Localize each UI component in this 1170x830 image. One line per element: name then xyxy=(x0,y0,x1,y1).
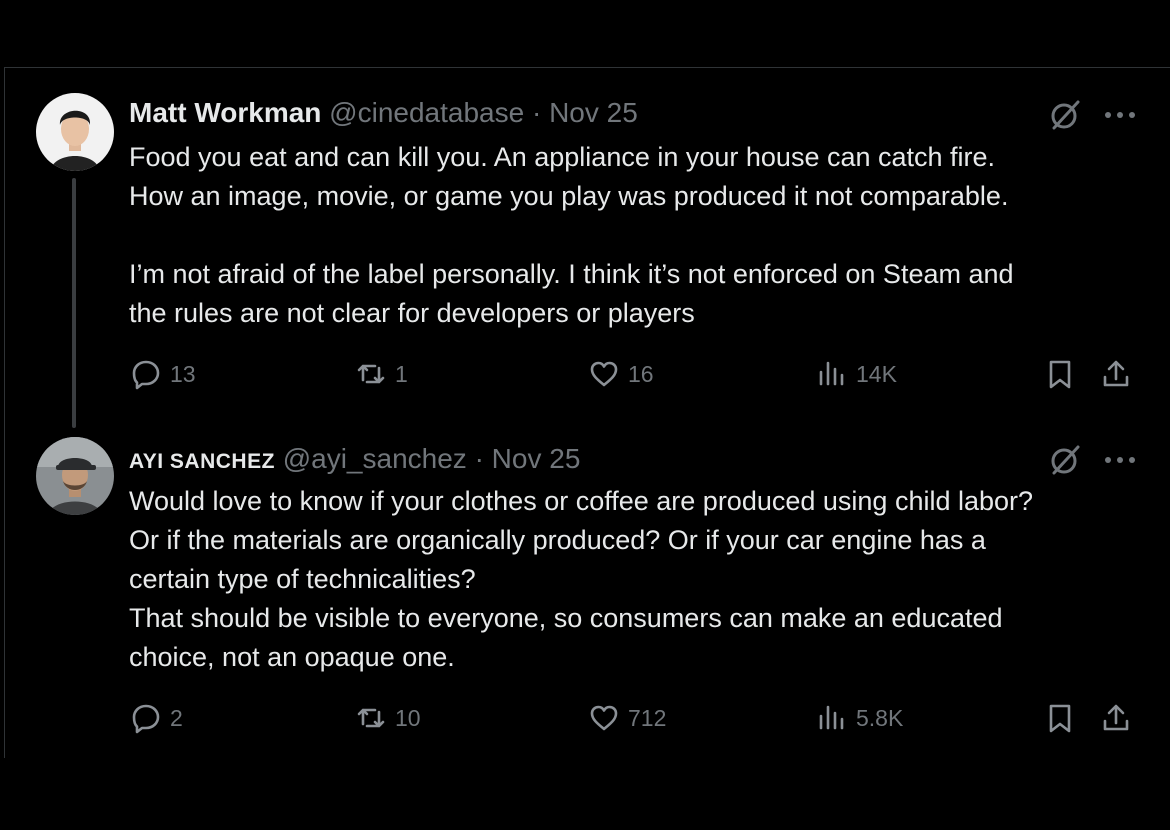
tweet-text: Would love to know if your clothes or co… xyxy=(129,482,1129,677)
more-dots-icon[interactable] xyxy=(1104,455,1136,465)
views-button[interactable]: 5.8K xyxy=(816,702,903,734)
views-count: 14K xyxy=(856,360,897,387)
bookmark-button[interactable] xyxy=(1044,358,1076,390)
tweet-text-line: the rules are not clear for developers o… xyxy=(129,298,695,328)
tweet-text-line: Or if the materials are organically prod… xyxy=(129,525,986,555)
like-count: 16 xyxy=(628,360,654,387)
tweet-text-line: How an image, movie, or game you play wa… xyxy=(129,181,1009,211)
avatar-image xyxy=(36,437,114,515)
reply-button[interactable]: 13 xyxy=(130,358,196,390)
reply-icon xyxy=(132,704,160,734)
repost-icon xyxy=(357,364,385,384)
grok-icon[interactable] xyxy=(1048,443,1082,477)
tweet-text-line: I’m not afraid of the label personally. … xyxy=(129,259,1014,289)
author-name[interactable]: AYI SANCHEZ xyxy=(129,450,275,473)
repost-button[interactable]: 1 xyxy=(355,358,408,390)
tweet-text: Food you eat and can kill you. An applia… xyxy=(129,138,1129,333)
avatar-matt-workman[interactable] xyxy=(36,93,114,171)
repost-count: 10 xyxy=(395,704,421,731)
grok-icon[interactable] xyxy=(1048,98,1082,132)
tweet-text-line: Food you eat and can kill you. An applia… xyxy=(129,142,996,172)
author-handle[interactable]: @cinedatabase xyxy=(329,97,524,128)
bookmark-icon xyxy=(1049,360,1071,389)
like-count: 712 xyxy=(628,704,667,731)
tweet-actions: 13 1 16 14K xyxy=(130,358,1140,394)
views-count: 5.8K xyxy=(856,704,904,731)
header-separator: · xyxy=(474,443,484,474)
more-dots-icon[interactable] xyxy=(1104,110,1136,120)
reply-count: 13 xyxy=(170,360,196,387)
reply-button[interactable]: 2 xyxy=(130,702,183,734)
share-button[interactable] xyxy=(1100,702,1132,734)
tweet-header: Matt Workman @cinedatabase · Nov 25 xyxy=(129,96,638,130)
heart-icon xyxy=(590,705,618,731)
reply-icon xyxy=(132,360,160,390)
bookmark-icon xyxy=(1049,704,1071,733)
share-button[interactable] xyxy=(1100,358,1132,390)
views-button[interactable]: 14K xyxy=(816,358,897,390)
tweet-date[interactable]: Nov 25 xyxy=(492,443,581,474)
like-button[interactable]: 16 xyxy=(588,358,654,390)
tweet-top-icons xyxy=(1048,98,1136,132)
share-icon xyxy=(1103,360,1129,387)
tweet-top-icons xyxy=(1048,443,1136,477)
header-separator: · xyxy=(531,97,542,128)
avatar-image xyxy=(36,93,114,171)
share-icon xyxy=(1103,704,1129,731)
tweet-actions: 2 10 712 5.8K xyxy=(130,702,1140,738)
author-name[interactable]: Matt Workman xyxy=(129,97,321,128)
tweet-text-line: That should be visible to everyone, so c… xyxy=(129,603,1003,633)
tweet-text-line: certain type of technicalities? xyxy=(129,564,476,594)
bookmark-button[interactable] xyxy=(1044,702,1076,734)
tweet-header: AYI SANCHEZ @ayi_sanchez · Nov 25 xyxy=(129,442,580,479)
views-chart-icon xyxy=(819,705,844,730)
tweet-date[interactable]: Nov 25 xyxy=(549,97,638,128)
tweet-text-line: choice, not an opaque one. xyxy=(129,642,455,672)
author-handle[interactable]: @ayi_sanchez xyxy=(283,443,467,474)
repost-button[interactable]: 10 xyxy=(355,702,421,734)
avatar-ayi-sanchez[interactable] xyxy=(36,437,114,515)
tweet-text-blank-line xyxy=(129,216,1129,255)
tweet-text-line: Would love to know if your clothes or co… xyxy=(129,486,1034,516)
repost-icon xyxy=(357,708,385,728)
like-button[interactable]: 712 xyxy=(588,702,666,734)
thread-connector-line xyxy=(72,178,76,428)
heart-icon xyxy=(590,361,618,387)
repost-count: 1 xyxy=(395,360,408,387)
views-chart-icon xyxy=(819,361,844,386)
reply-count: 2 xyxy=(170,704,183,731)
